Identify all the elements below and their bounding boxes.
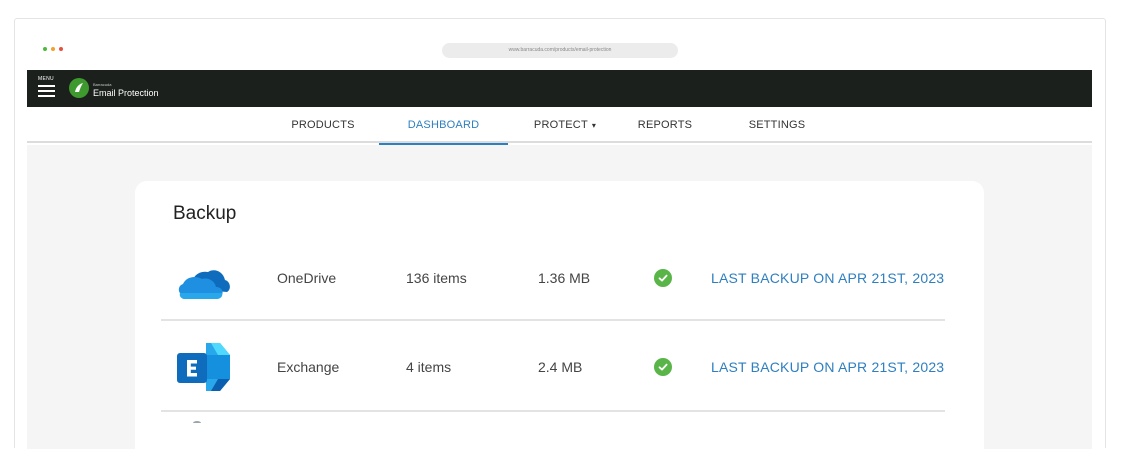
address-bar[interactable]: www.barracuda.com/products/email-protect… [442,43,678,58]
next-service-icon [193,421,201,425]
chevron-down-icon: ▾ [591,120,597,130]
service-name: OneDrive [277,270,337,286]
nav-products-label: PRODUCTS [291,119,355,131]
check-icon [654,269,672,287]
brand-logo-icon [69,78,89,98]
brand-company: Barracuda [93,82,112,87]
backup-size: 1.36 MB [538,270,591,286]
nav-reports-label: REPORTS [637,119,693,131]
item-count: 4 items [406,359,452,375]
last-backup-link[interactable]: LAST BACKUP ON APR 21ST, 2023 [711,235,944,321]
backup-title: Backup [173,203,237,224]
onedrive-icon [175,263,231,306]
row-divider [161,410,945,412]
exchange-icon [175,341,231,398]
brand-name: Email Protection [93,88,159,98]
window-dot-close[interactable] [43,47,47,51]
nav-products[interactable]: PRODUCTS [278,107,368,143]
nav-protect[interactable]: PROTECT ▾ [521,107,609,143]
browser-window: www.barracuda.com/products/email-protect… [14,18,1106,461]
backup-card: Backup OneDrive 136 items 1.36 MB LAST B… [135,181,984,461]
check-icon [654,358,672,376]
hamburger-icon [38,85,55,100]
app-header: MENU Barracuda Email Protection [27,70,1092,107]
item-count: 136 items [406,270,467,286]
browser-chrome: www.barracuda.com/products/email-protect… [15,19,1105,69]
window-dot-maximize[interactable] [59,47,63,51]
menu-button[interactable]: MENU [38,76,56,100]
main-nav: PRODUCTS DASHBOARD PROTECT ▾ REPORTS SET… [27,107,1092,145]
nav-dashboard[interactable]: DASHBOARD [379,107,508,145]
backup-row-onedrive[interactable]: OneDrive 136 items 1.36 MB LAST BACKUP O… [161,235,945,321]
window-dot-minimize[interactable] [51,47,55,51]
nav-reports[interactable]: REPORTS [630,107,700,143]
nav-settings-label: SETTINGS [748,119,806,131]
menu-label: MENU [38,76,54,82]
nav-settings[interactable]: SETTINGS [737,107,817,143]
last-backup-link[interactable]: LAST BACKUP ON APR 21ST, 2023 [711,322,944,412]
dashboard-content: Backup OneDrive 136 items 1.36 MB LAST B… [27,145,1092,461]
service-name: Exchange [277,359,340,375]
nav-protect-label: PROTECT [533,119,588,131]
row-divider [161,319,945,321]
backup-row-exchange[interactable]: Exchange 4 items 2.4 MB LAST BACKUP ON A… [161,322,945,412]
backup-size: 2.4 MB [538,359,583,375]
window-controls [43,47,63,51]
nav-dashboard-label: DASHBOARD [407,119,480,131]
